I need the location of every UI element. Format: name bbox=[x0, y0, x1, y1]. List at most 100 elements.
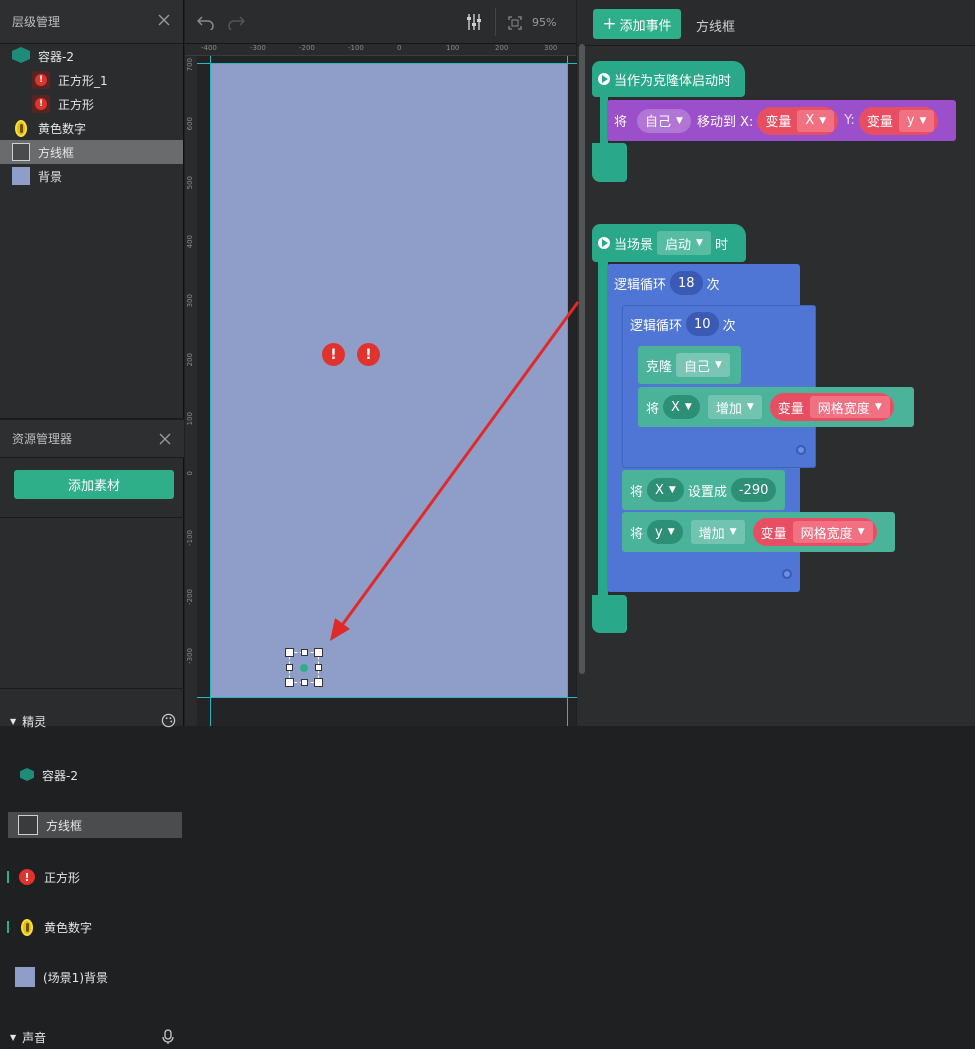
ruler-tick-label: -300 bbox=[250, 44, 266, 52]
block-text: Y: bbox=[844, 113, 855, 128]
adjust-sliders-icon[interactable] bbox=[466, 13, 482, 31]
op-dropdown[interactable]: 增加 bbox=[690, 520, 745, 544]
redo-icon[interactable] bbox=[227, 14, 245, 30]
guide-line bbox=[210, 56, 211, 726]
ruler-tick-label: 500 bbox=[186, 176, 194, 190]
set-var-block[interactable]: 将 X 设置成 -290 bbox=[622, 470, 785, 510]
variable-reporter[interactable]: 变量 网格宽度 bbox=[752, 518, 877, 546]
error-badge-icon: ! bbox=[18, 868, 36, 886]
variable-dropdown[interactable]: y bbox=[898, 109, 935, 132]
collapse-arrow-icon: ▼ bbox=[10, 716, 17, 726]
clone-target-dropdown[interactable]: 自己 bbox=[676, 353, 730, 377]
variable-dropdown[interactable]: 网格宽度 bbox=[809, 396, 890, 418]
vertical-scrollbar[interactable] bbox=[579, 44, 585, 674]
ruler-tick-label: 200 bbox=[186, 353, 194, 367]
microphone-icon[interactable] bbox=[162, 1029, 174, 1045]
layer-item-yellow-number[interactable]: 黄色数字 bbox=[0, 116, 183, 140]
sprite-item-background[interactable]: (场景1)背景 bbox=[0, 965, 184, 989]
variable-dropdown[interactable]: X bbox=[797, 109, 835, 132]
variable-label: 变量 bbox=[777, 401, 804, 417]
block-end-cap bbox=[592, 595, 627, 633]
layer-item-square[interactable]: ! 正方形 bbox=[0, 92, 183, 116]
block-text: 克隆 bbox=[646, 359, 673, 375]
resize-handle[interactable] bbox=[314, 678, 323, 687]
add-event-button[interactable]: + 添加事件 bbox=[593, 9, 681, 39]
scene-start-hat-block[interactable]: 当场景 启动 时 bbox=[592, 224, 746, 262]
add-event-label: 添加事件 bbox=[619, 18, 672, 34]
layer-label: 容器-2 bbox=[38, 49, 74, 64]
variable-reporter[interactable]: 变量 X bbox=[757, 106, 839, 135]
sprite-label: 正方形 bbox=[44, 870, 81, 885]
sprite-label: 方线框 bbox=[46, 818, 83, 833]
sprite-item-square-frame[interactable]: 方线框 bbox=[8, 812, 182, 838]
block-text: 将 bbox=[630, 526, 644, 542]
ruler-tick-label: -300 bbox=[186, 648, 194, 664]
undo-icon[interactable] bbox=[197, 14, 215, 30]
sprite-item-square[interactable]: ! 正方形 bbox=[0, 865, 184, 889]
variable-label: 变量 bbox=[760, 526, 787, 542]
resize-handle[interactable] bbox=[314, 648, 323, 657]
layer-item-square-frame[interactable]: 方线框 bbox=[0, 140, 183, 164]
change-var-block[interactable]: 将 X 增加 变量 网格宽度 bbox=[638, 387, 914, 427]
value-input[interactable]: -290 bbox=[730, 478, 777, 502]
variable-dropdown[interactable]: 网格宽度 bbox=[792, 521, 873, 543]
block-text: 次 bbox=[706, 277, 720, 293]
error-badge-icon: ! bbox=[32, 95, 50, 113]
layer-item-square-1[interactable]: ! 正方形_1 bbox=[0, 68, 183, 92]
selected-sprite-bounds[interactable] bbox=[285, 648, 323, 687]
layer-label: 方线框 bbox=[38, 145, 75, 160]
var-dropdown[interactable]: X bbox=[647, 478, 684, 502]
block-text: 次 bbox=[722, 318, 736, 334]
layer-item-background[interactable]: 背景 bbox=[0, 164, 183, 188]
sprite-item-yellow-number[interactable]: 黄色数字 bbox=[0, 915, 184, 939]
layer-item-container[interactable]: 容器-2 bbox=[0, 44, 183, 68]
sprite-tab[interactable]: 方线框 bbox=[696, 16, 735, 35]
ruler-tick-label: 200 bbox=[495, 44, 509, 52]
resize-handle[interactable] bbox=[285, 648, 294, 657]
target-dropdown[interactable]: 自己 bbox=[637, 108, 691, 133]
op-dropdown[interactable]: 增加 bbox=[707, 395, 762, 419]
block-text: 将 bbox=[614, 115, 628, 130]
layers-panel-title: 层级管理 bbox=[12, 15, 61, 29]
guide-line bbox=[567, 56, 568, 726]
close-icon[interactable] bbox=[157, 13, 171, 27]
var-dropdown[interactable]: y bbox=[647, 520, 683, 544]
sound-section-header[interactable]: ▼ 声音 bbox=[0, 1025, 184, 1049]
resize-handle[interactable] bbox=[285, 678, 294, 687]
sprites-section-header[interactable]: ▼ 精灵 bbox=[0, 709, 184, 733]
layer-label: 正方形 bbox=[58, 97, 95, 112]
clone-block[interactable]: 克隆 自己 bbox=[638, 346, 741, 384]
loop-count-input[interactable]: 18 bbox=[670, 271, 703, 295]
ruler-tick-label: 300 bbox=[544, 44, 558, 52]
change-var-block[interactable]: 将 y 增加 变量 网格宽度 bbox=[622, 512, 895, 552]
error-sprite-marker[interactable]: ! bbox=[322, 343, 345, 366]
resize-handle[interactable] bbox=[301, 679, 308, 686]
error-sprite-marker[interactable]: ! bbox=[357, 343, 380, 366]
variable-reporter[interactable]: 变量 网格宽度 bbox=[769, 393, 894, 421]
resize-handle[interactable] bbox=[301, 649, 308, 656]
loop-count-input[interactable]: 10 bbox=[686, 312, 719, 336]
stage-canvas[interactable] bbox=[210, 63, 567, 697]
sprite-item-container[interactable]: 容器-2 bbox=[0, 763, 184, 787]
variable-reporter[interactable]: 变量 y bbox=[858, 106, 939, 135]
close-icon[interactable] bbox=[158, 432, 172, 446]
square-frame-icon bbox=[18, 815, 38, 835]
move-to-block[interactable]: 将 自己 移动到 X: 变量 X Y: 变量 y bbox=[607, 100, 956, 141]
ruler-tick-label: -100 bbox=[186, 530, 194, 546]
loop-header: 逻辑循环 10 次 bbox=[630, 311, 736, 337]
block-text: 将 bbox=[646, 401, 660, 417]
container-cube-icon bbox=[20, 768, 34, 782]
fit-screen-icon[interactable] bbox=[508, 16, 522, 30]
plus-icon: + bbox=[602, 14, 617, 34]
pivot-point[interactable] bbox=[300, 664, 308, 672]
zoom-level[interactable]: 95% bbox=[532, 16, 556, 29]
resize-handle[interactable] bbox=[286, 664, 293, 671]
var-dropdown[interactable]: X bbox=[663, 395, 700, 419]
variable-label: 变量 bbox=[765, 115, 792, 130]
event-hat-block[interactable]: 当作为克隆体启动时 bbox=[592, 61, 745, 97]
event-dropdown[interactable]: 启动 bbox=[657, 231, 711, 255]
resize-handle[interactable] bbox=[315, 664, 322, 671]
add-asset-button[interactable]: 添加素材 bbox=[14, 470, 174, 499]
ruler-tick-label: 0 bbox=[186, 471, 194, 476]
ruler-tick-label: 100 bbox=[446, 44, 460, 52]
